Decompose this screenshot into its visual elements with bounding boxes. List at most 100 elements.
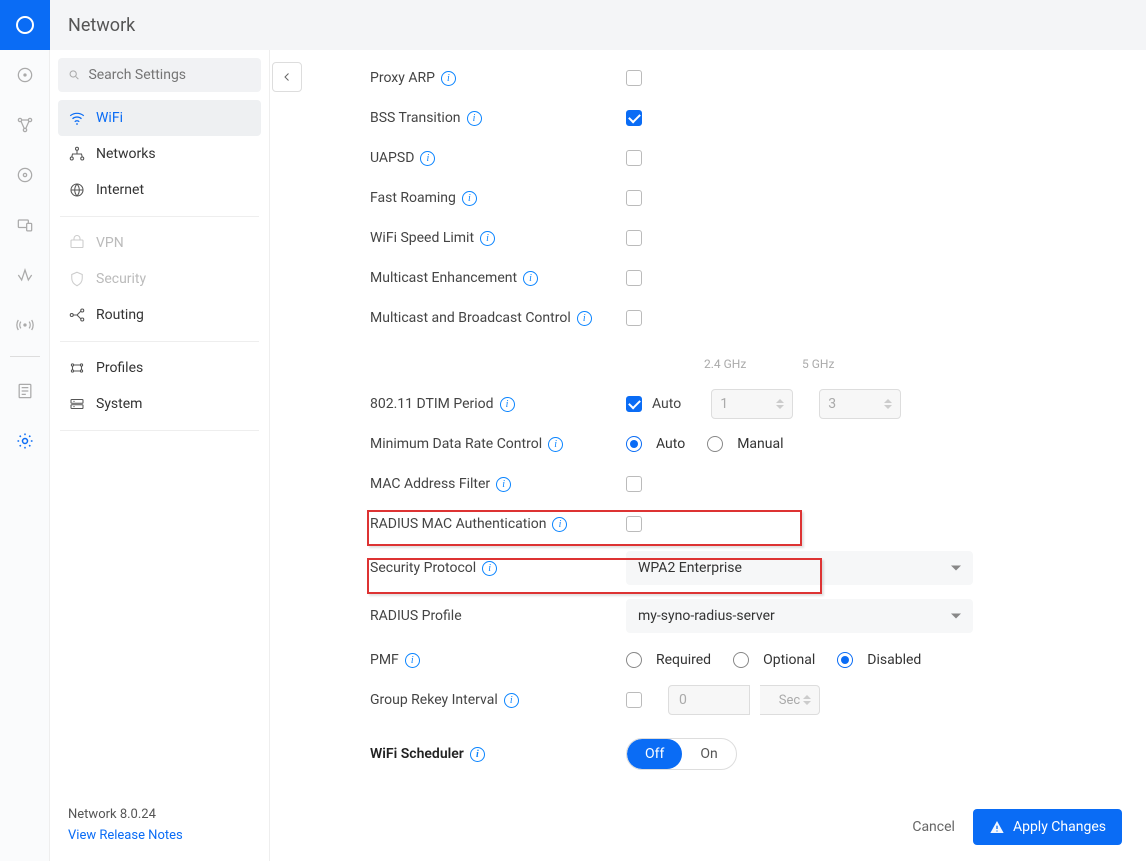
routing-icon bbox=[68, 306, 86, 324]
apply-changes-label: Apply Changes bbox=[1013, 819, 1106, 835]
sidebar-item-label: Routing bbox=[96, 307, 144, 323]
sidebar-item-vpn[interactable]: VPN bbox=[58, 225, 261, 261]
dtim-auto-checkbox[interactable] bbox=[626, 396, 642, 412]
mdr-manual-label: Manual bbox=[737, 436, 783, 452]
back-button[interactable] bbox=[272, 62, 302, 92]
info-icon[interactable]: i bbox=[504, 693, 519, 708]
info-icon[interactable]: i bbox=[420, 151, 435, 166]
pmf-label: PMF bbox=[370, 652, 399, 668]
wifi-scheduler-toggle[interactable]: Off On bbox=[626, 738, 737, 770]
dtim-5-input[interactable]: 3 bbox=[819, 389, 901, 419]
chevron-left-icon bbox=[281, 71, 293, 83]
chevron-down-icon bbox=[951, 566, 961, 571]
security-protocol-value: WPA2 Enterprise bbox=[638, 560, 742, 576]
sidebar-item-system[interactable]: System bbox=[58, 386, 261, 422]
info-icon[interactable]: i bbox=[467, 111, 482, 126]
mac-filter-checkbox[interactable] bbox=[626, 476, 642, 492]
apply-changes-button[interactable]: Apply Changes bbox=[973, 809, 1122, 845]
search-box[interactable] bbox=[58, 58, 261, 92]
dtim-24-input[interactable]: 1 bbox=[711, 389, 793, 419]
icon-rail bbox=[0, 0, 50, 861]
min-data-rate-label: Minimum Data Rate Control bbox=[370, 436, 542, 452]
info-icon[interactable]: i bbox=[480, 231, 495, 246]
rail-topology-icon[interactable] bbox=[0, 100, 50, 150]
mdr-manual-radio[interactable] bbox=[707, 436, 723, 452]
scheduler-off-option[interactable]: Off bbox=[627, 739, 682, 769]
sidebar-item-profiles[interactable]: Profiles bbox=[58, 350, 261, 386]
bss-transition-checkbox[interactable] bbox=[626, 110, 642, 126]
rail-wifi-icon[interactable] bbox=[0, 250, 50, 300]
sidebar-item-label: Internet bbox=[96, 182, 144, 198]
proxy-arp-checkbox[interactable] bbox=[626, 70, 642, 86]
radius-mac-auth-label: RADIUS MAC Authentication bbox=[370, 516, 546, 532]
pmf-required-radio[interactable] bbox=[626, 652, 642, 668]
sidebar-item-internet[interactable]: Internet bbox=[58, 172, 261, 208]
app-logo-icon[interactable] bbox=[0, 0, 50, 50]
info-icon[interactable]: i bbox=[482, 561, 497, 576]
sidebar-item-security[interactable]: Security bbox=[58, 261, 261, 297]
wifi-speed-limit-checkbox[interactable] bbox=[626, 230, 642, 246]
rail-radio-icon[interactable] bbox=[0, 300, 50, 350]
multicast-enhancement-checkbox[interactable] bbox=[626, 270, 642, 286]
rail-settings-icon[interactable] bbox=[0, 416, 50, 466]
group-rekey-input[interactable]: 0 bbox=[668, 685, 750, 715]
shield-icon bbox=[68, 270, 86, 288]
rail-dashboard-icon[interactable] bbox=[0, 50, 50, 100]
pmf-optional-radio[interactable] bbox=[733, 652, 749, 668]
mdr-auto-label: Auto bbox=[656, 436, 685, 452]
main-panel: Proxy ARPi BSS Transitioni UAPSDi Fast R… bbox=[270, 0, 1146, 861]
network-icon bbox=[68, 145, 86, 163]
sidebar-item-networks[interactable]: Networks bbox=[58, 136, 261, 172]
info-icon[interactable]: i bbox=[552, 517, 567, 532]
system-icon bbox=[68, 395, 86, 413]
radius-profile-dropdown[interactable]: my-syno-radius-server bbox=[626, 599, 973, 633]
bss-transition-label: BSS Transition bbox=[370, 110, 461, 126]
dtim-5-header: 5 GHz bbox=[794, 357, 876, 371]
search-input[interactable] bbox=[88, 67, 251, 83]
sidebar-item-label: VPN bbox=[96, 235, 124, 251]
search-icon bbox=[68, 68, 80, 82]
dtim-label: 802.11 DTIM Period bbox=[370, 396, 494, 412]
dtim-24-header: 2.4 GHz bbox=[696, 357, 778, 371]
info-icon[interactable]: i bbox=[500, 397, 515, 412]
cancel-button[interactable]: Cancel bbox=[912, 819, 955, 835]
multicast-enhancement-label: Multicast Enhancement bbox=[370, 270, 517, 286]
sidebar-item-label: WiFi bbox=[96, 110, 123, 126]
info-icon[interactable]: i bbox=[462, 191, 477, 206]
info-icon[interactable]: i bbox=[496, 477, 511, 492]
security-protocol-dropdown[interactable]: WPA2 Enterprise bbox=[626, 551, 973, 585]
version-text: Network 8.0.24 bbox=[68, 807, 251, 822]
info-icon[interactable]: i bbox=[548, 437, 563, 452]
page-title: Network bbox=[50, 0, 1146, 50]
group-rekey-checkbox[interactable] bbox=[626, 692, 642, 708]
multicast-broadcast-label: Multicast and Broadcast Control bbox=[370, 310, 571, 326]
wifi-icon bbox=[68, 109, 86, 127]
rail-disc-icon[interactable] bbox=[0, 150, 50, 200]
sidebar-item-wifi[interactable]: WiFi bbox=[58, 100, 261, 136]
info-icon[interactable]: i bbox=[577, 311, 592, 326]
sidebar-item-routing[interactable]: Routing bbox=[58, 297, 261, 333]
group-rekey-label: Group Rekey Interval bbox=[370, 692, 498, 708]
scheduler-on-option[interactable]: On bbox=[682, 739, 735, 769]
proxy-arp-label: Proxy ARP bbox=[370, 70, 435, 86]
group-rekey-unit[interactable]: Sec bbox=[760, 685, 820, 715]
profiles-icon bbox=[68, 359, 86, 377]
release-notes-link[interactable]: View Release Notes bbox=[68, 828, 251, 843]
pmf-disabled-radio[interactable] bbox=[837, 652, 853, 668]
rail-devices-icon[interactable] bbox=[0, 200, 50, 250]
rail-logs-icon[interactable] bbox=[0, 366, 50, 416]
info-icon[interactable]: i bbox=[470, 747, 485, 762]
warning-icon bbox=[989, 819, 1005, 835]
info-icon[interactable]: i bbox=[405, 653, 420, 668]
fast-roaming-checkbox[interactable] bbox=[626, 190, 642, 206]
sidebar-item-label: Profiles bbox=[96, 360, 143, 376]
info-icon[interactable]: i bbox=[523, 271, 538, 286]
mdr-auto-radio[interactable] bbox=[626, 436, 642, 452]
chevron-down-icon bbox=[951, 614, 961, 619]
vpn-icon bbox=[68, 234, 86, 252]
uapsd-checkbox[interactable] bbox=[626, 150, 642, 166]
pmf-optional-label: Optional bbox=[763, 652, 815, 668]
multicast-broadcast-checkbox[interactable] bbox=[626, 310, 642, 326]
info-icon[interactable]: i bbox=[441, 71, 456, 86]
radius-mac-auth-checkbox[interactable] bbox=[626, 516, 642, 532]
